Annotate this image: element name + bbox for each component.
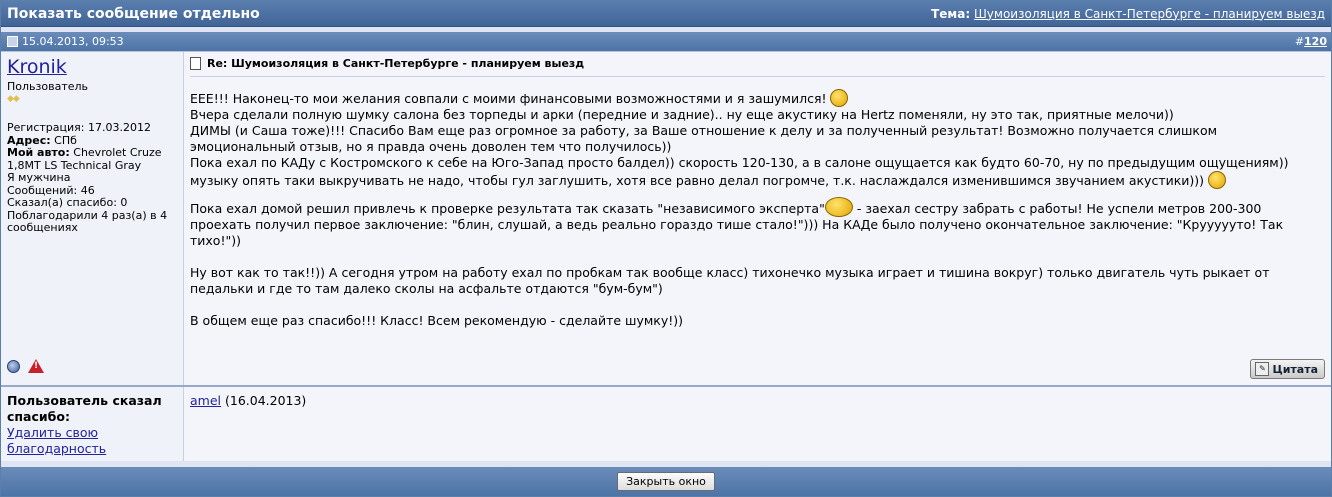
remove-thanks-link[interactable]: Удалить свою благодарность xyxy=(7,425,177,457)
user-car: Мой авто: Chevrolet Cruze 1,8MT LS Techn… xyxy=(7,146,162,172)
user-gender: Я мужчина xyxy=(7,171,71,184)
quote-button[interactable]: ✎ Цитата xyxy=(1250,359,1325,379)
thanks-panel: Пользователь сказал спасибо: Удалить сво… xyxy=(1,387,184,461)
topic-label: Тема: xyxy=(931,6,971,21)
smile-icon xyxy=(830,89,849,107)
post-title-text: Re: Шумоизоляция в Санкт-Петербурге - пл… xyxy=(207,57,585,70)
post-meta-bar: 15.04.2013, 09:53 #120 xyxy=(1,32,1331,51)
post-body: ЕЕЕ!!! Наконец-то мои желания совпали с … xyxy=(190,89,1325,329)
window-title-bar: Показать сообщение отдельно Тема: Шумоиз… xyxy=(1,1,1331,27)
post-number: #120 xyxy=(1295,35,1327,48)
post-row: Kronik Пользователь ◆◆ Регистрация: 17.0… xyxy=(1,51,1331,385)
report-icon[interactable] xyxy=(28,359,44,373)
thanks-date: (16.04.2013) xyxy=(224,393,307,408)
post-paragraph: ЕЕЕ!!! Наконец-то мои желания совпали с … xyxy=(190,89,1325,107)
thanks-user-link[interactable]: amel xyxy=(190,393,221,408)
post-window: Показать сообщение отдельно Тема: Шумоиз… xyxy=(0,0,1332,497)
reputation-icon: ◆◆ xyxy=(7,94,20,104)
thanks-list: amel (16.04.2013) xyxy=(184,387,1331,461)
topic-info: Тема: Шумоизоляция в Санкт-Петербурге - … xyxy=(931,7,1325,21)
quote-button-label: Цитата xyxy=(1272,362,1318,376)
post-date-text: 15.04.2013, 09:53 xyxy=(22,35,124,48)
post-paragraph: В общем еще раз спасибо!!! Класс! Всем р… xyxy=(190,313,684,328)
user-thanked: Сказал(а) спасибо: 0 xyxy=(7,196,128,209)
document-icon xyxy=(190,57,201,70)
close-window-button[interactable]: Закрыть окно xyxy=(617,472,715,491)
post-paragraph: ДИМЫ (и Саша тоже)!!! Спасибо Вам еще ра… xyxy=(190,123,1218,154)
thanks-row: Пользователь сказал спасибо: Удалить сво… xyxy=(1,385,1331,461)
post-paragraph: Пока ехал домой решил привлечь к проверк… xyxy=(190,197,1325,249)
post-content: Re: Шумоизоляция в Санкт-Петербурге - пл… xyxy=(184,52,1331,385)
thanks-label: Пользователь сказал спасибо: xyxy=(7,393,162,424)
post-status-icon xyxy=(7,36,18,47)
post-paragraph: Пока ехал по КАДу с Костромского к себе … xyxy=(190,155,1289,189)
post-paragraph: Вчера сделали полную шумку салона без то… xyxy=(190,107,1174,122)
post-number-prefix: # xyxy=(1294,35,1305,48)
laugh-icon xyxy=(824,197,853,217)
offline-status-icon xyxy=(7,359,20,373)
post-number-link[interactable]: 120 xyxy=(1304,35,1327,48)
user-info-panel: Kronik Пользователь ◆◆ Регистрация: 17.0… xyxy=(1,52,184,385)
post-paragraph: Ну вот как то так!!)) А сегодня утром на… xyxy=(190,265,1270,296)
quote-icon: ✎ xyxy=(1255,362,1270,376)
user-rank: Пользователь xyxy=(7,80,89,93)
username-link[interactable]: Kronik xyxy=(7,56,177,78)
user-details: Регистрация: 17.03.2012 Адрес: СПб Мой а… xyxy=(7,121,177,235)
window-title: Показать сообщение отдельно xyxy=(7,5,260,22)
smile-icon xyxy=(1208,171,1227,189)
post-title: Re: Шумоизоляция в Санкт-Петербурге - пл… xyxy=(190,57,1325,77)
footer-bar: Закрыть окно xyxy=(1,467,1331,496)
user-action-icons xyxy=(7,359,44,373)
topic-link[interactable]: Шумоизоляция в Санкт-Петербурге - планир… xyxy=(974,7,1325,21)
user-thanks-received: Поблагодарили 4 раз(а) в 4 сообщениях xyxy=(7,208,168,234)
post-date: 15.04.2013, 09:53 xyxy=(7,35,124,48)
